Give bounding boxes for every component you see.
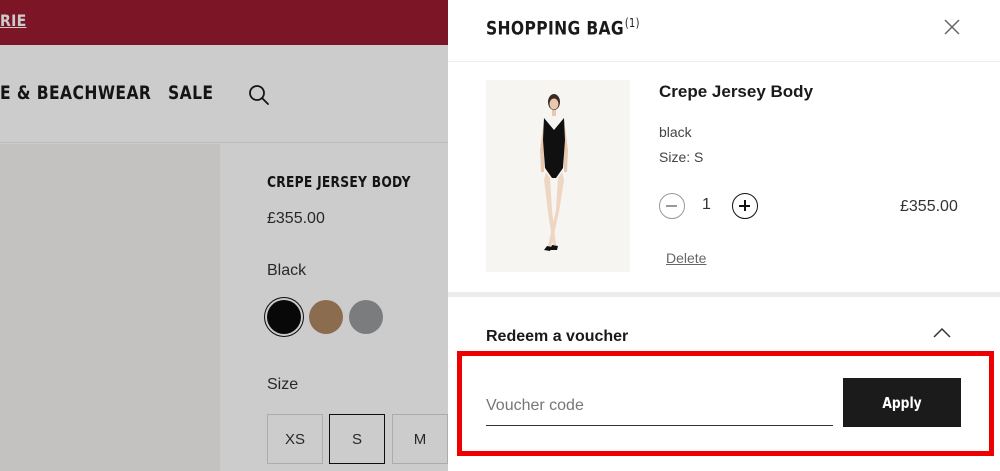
- section-divider: [448, 292, 1000, 297]
- cart-item-color: black: [659, 124, 692, 140]
- delete-item-link[interactable]: Delete: [666, 250, 706, 266]
- close-icon[interactable]: [940, 15, 964, 39]
- modal-overlay[interactable]: [0, 0, 448, 471]
- quantity-value: 1: [702, 196, 711, 213]
- item-count: (1): [624, 16, 640, 30]
- apply-button-label: Apply: [882, 393, 922, 412]
- voucher-code-input[interactable]: [486, 386, 833, 426]
- cart-item-price: £355.00: [900, 198, 958, 215]
- chevron-up-icon[interactable]: [932, 326, 952, 340]
- shopping-bag-drawer: SHOPPING BAG(1) Crepe Jersey Body black …: [448, 0, 1000, 471]
- cart-item-name[interactable]: Crepe Jersey Body: [659, 82, 813, 102]
- drawer-title-text: SHOPPING BAG: [486, 17, 625, 40]
- drawer-title: SHOPPING BAG(1): [486, 16, 640, 39]
- apply-voucher-button[interactable]: Apply: [843, 378, 961, 427]
- divider: [448, 61, 1000, 62]
- cart-item-image[interactable]: [486, 80, 630, 272]
- decrease-quantity-button[interactable]: [659, 193, 685, 219]
- increase-quantity-button[interactable]: [732, 193, 758, 219]
- voucher-section-title[interactable]: Redeem a voucher: [486, 328, 628, 346]
- cart-item-size: Size: S: [659, 149, 704, 165]
